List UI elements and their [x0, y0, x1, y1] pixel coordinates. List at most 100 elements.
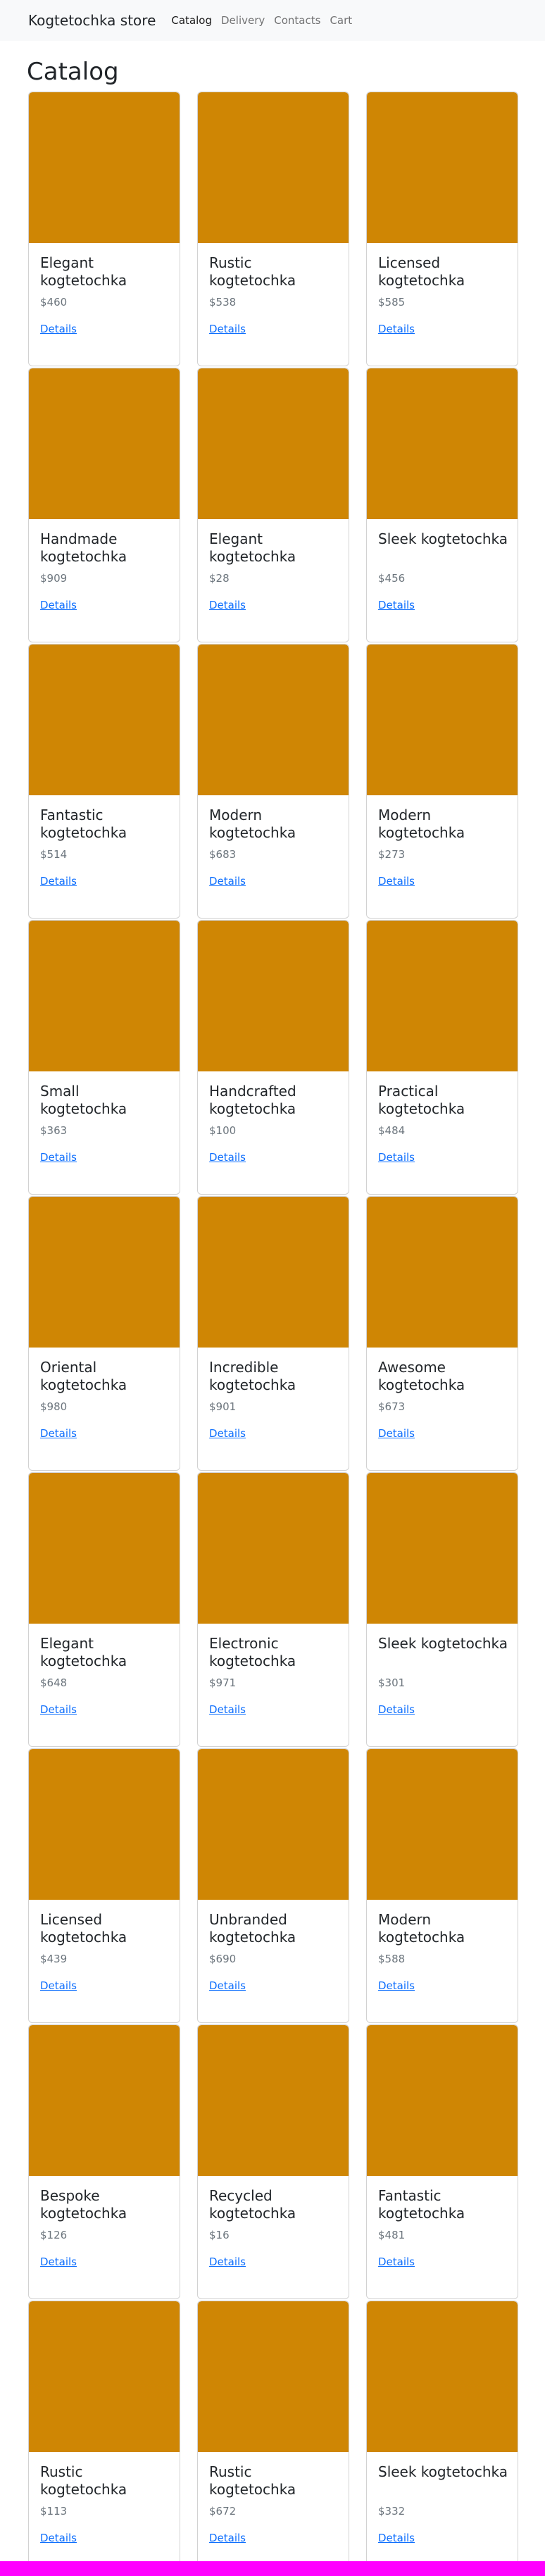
product-card: Elegant kogtetochka $648 Details	[28, 1472, 180, 1747]
product-details-link[interactable]: Details	[209, 323, 246, 335]
product-details-link[interactable]: Details	[209, 2255, 246, 2268]
product-image-placeholder	[198, 92, 349, 243]
product-details-link[interactable]: Details	[378, 1427, 415, 1440]
product-price: $460	[40, 296, 68, 309]
product-card: Modern kogtetochka $273 Details	[366, 644, 518, 919]
product-details-link[interactable]: Details	[40, 599, 77, 611]
product-price: $980	[40, 1400, 68, 1413]
product-title: Elegant kogtetochka	[40, 1635, 127, 1669]
product-title: Rustic kogtetochka	[209, 2463, 296, 2498]
product-title: Unbranded kogtetochka	[209, 1911, 296, 1946]
product-image-placeholder	[367, 1749, 518, 1900]
product-details-link[interactable]: Details	[378, 2532, 415, 2544]
product-price: $588	[378, 1953, 406, 1965]
product-image-placeholder	[29, 645, 180, 795]
product-details-link[interactable]: Details	[378, 1979, 415, 1992]
product-details-link[interactable]: Details	[40, 1703, 77, 1716]
product-card: Rustic kogtetochka $113 Details	[28, 2301, 180, 2575]
product-price: $456	[378, 572, 406, 585]
product-card: Practical kogtetochka $484 Details	[366, 920, 518, 1195]
product-image-placeholder	[367, 921, 518, 1071]
product-details-link[interactable]: Details	[40, 323, 77, 335]
product-title: Sleek kogtetochka	[378, 530, 508, 547]
product-details-link[interactable]: Details	[378, 875, 415, 888]
product-details-link[interactable]: Details	[378, 2255, 415, 2268]
product-details-link[interactable]: Details	[209, 1703, 246, 1716]
product-card: Fantastic kogtetochka $481 Details	[366, 2024, 518, 2299]
product-price: $332	[378, 2505, 406, 2518]
product-price: $909	[40, 572, 68, 585]
product-image-placeholder	[367, 92, 518, 243]
product-card: Modern kogtetochka $588 Details	[366, 1748, 518, 2023]
product-card: Sleek kogtetochka $456 Details	[366, 368, 518, 642]
footer-bar	[0, 2561, 545, 2576]
product-card: Modern kogtetochka $683 Details	[197, 644, 349, 919]
product-details-link[interactable]: Details	[209, 875, 246, 888]
product-image-placeholder	[29, 1749, 180, 1900]
product-details-link[interactable]: Details	[378, 1151, 415, 1164]
product-price: $585	[378, 296, 406, 309]
product-details-link[interactable]: Details	[209, 1979, 246, 1992]
product-title: Licensed kogtetochka	[40, 1911, 127, 1946]
product-title: Electronic kogtetochka	[209, 1635, 296, 1669]
product-card: Incredible kogtetochka $901 Details	[197, 1196, 349, 1471]
product-card: Electronic kogtetochka $971 Details	[197, 1472, 349, 1747]
product-details-link[interactable]: Details	[378, 323, 415, 335]
product-image-placeholder	[198, 1197, 349, 1348]
product-card: Fantastic kogtetochka $514 Details	[28, 644, 180, 919]
product-details-link[interactable]: Details	[209, 2532, 246, 2544]
product-price: $100	[209, 1124, 237, 1137]
product-image-placeholder	[198, 2301, 349, 2452]
product-title: Handcrafted kogtetochka	[209, 1083, 296, 1117]
product-details-link[interactable]: Details	[378, 599, 415, 611]
product-title: Elegant kogtetochka	[209, 530, 296, 565]
product-details-link[interactable]: Details	[40, 2255, 77, 2268]
product-image-placeholder	[198, 645, 349, 795]
product-image-placeholder	[198, 2025, 349, 2176]
product-details-link[interactable]: Details	[209, 1151, 246, 1164]
product-price: $363	[40, 1124, 68, 1137]
product-details-link[interactable]: Details	[40, 875, 77, 888]
product-image-placeholder	[198, 1749, 349, 1900]
product-image-placeholder	[367, 1197, 518, 1348]
product-title: Incredible kogtetochka	[209, 1359, 296, 1393]
product-price: $672	[209, 2505, 237, 2518]
product-card: Bespoke kogtetochka $126 Details	[28, 2024, 180, 2299]
product-image-placeholder	[29, 1197, 180, 1348]
product-image-placeholder	[198, 1473, 349, 1624]
product-image-placeholder	[29, 368, 180, 519]
product-details-link[interactable]: Details	[40, 1979, 77, 1992]
product-details-link[interactable]: Details	[40, 2532, 77, 2544]
product-card: Elegant kogtetochka $460 Details	[28, 92, 180, 366]
product-card: Elegant kogtetochka $28 Details	[197, 368, 349, 642]
product-price: $514	[40, 848, 68, 861]
product-image-placeholder	[29, 921, 180, 1071]
product-price: $673	[378, 1400, 406, 1413]
product-price: $481	[378, 2229, 406, 2241]
product-card: Oriental kogtetochka $980 Details	[28, 1196, 180, 1471]
product-card: Rustic kogtetochka $538 Details	[197, 92, 349, 366]
product-title: Awesome kogtetochka	[378, 1359, 465, 1393]
product-card: Handcrafted kogtetochka $100 Details	[197, 920, 349, 1195]
product-title: Modern kogtetochka	[378, 807, 465, 841]
product-title: Licensed kogtetochka	[378, 254, 465, 289]
product-details-link[interactable]: Details	[40, 1427, 77, 1440]
product-grid: Elegant kogtetochka $460 Details Rustic kog…	[0, 0, 545, 2576]
product-image-placeholder	[367, 645, 518, 795]
product-image-placeholder	[367, 1473, 518, 1624]
product-price: $901	[209, 1400, 237, 1413]
product-price: $690	[209, 1953, 237, 1965]
product-details-link[interactable]: Details	[378, 1703, 415, 1716]
product-details-link[interactable]: Details	[209, 599, 246, 611]
product-details-link[interactable]: Details	[209, 1427, 246, 1440]
product-price: $273	[378, 848, 406, 861]
product-details-link[interactable]: Details	[40, 1151, 77, 1164]
product-price: $971	[209, 1676, 237, 1689]
product-title: Handmade kogtetochka	[40, 530, 127, 565]
product-card: Sleek kogtetochka $301 Details	[366, 1472, 518, 1747]
product-card: Handmade kogtetochka $909 Details	[28, 368, 180, 642]
product-card: Licensed kogtetochka $585 Details	[366, 92, 518, 366]
product-image-placeholder	[367, 2301, 518, 2452]
product-title: Sleek kogtetochka	[378, 1635, 508, 1652]
product-card: Licensed kogtetochka $439 Details	[28, 1748, 180, 2023]
